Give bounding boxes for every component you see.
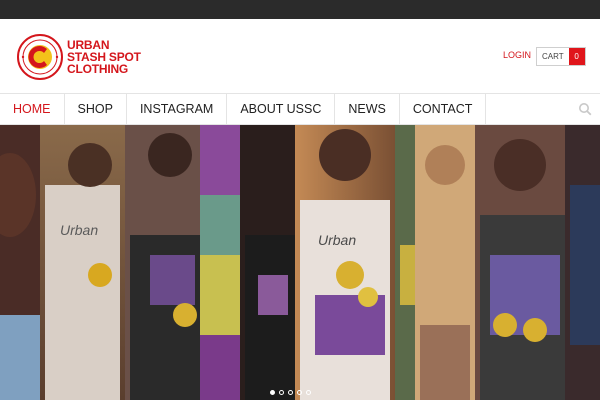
slider-dot[interactable] <box>270 390 275 395</box>
slider-dot[interactable] <box>288 390 293 395</box>
nav-item-instagram[interactable]: INSTAGRAM <box>127 94 228 124</box>
nav-item-news[interactable]: NEWS <box>335 94 400 124</box>
site-logo[interactable]: URBAN STASH SPOT CLOTHING <box>17 33 141 81</box>
cart-count-badge: 0 <box>568 48 585 65</box>
svg-text:Urban: Urban <box>318 232 356 248</box>
main-nav: HOME SHOP INSTAGRAM ABOUT USSC NEWS CONT… <box>0 93 600 125</box>
slider-dot[interactable] <box>306 390 311 395</box>
site-header: URBAN STASH SPOT CLOTHING LOGIN CART 0 <box>0 19 600 93</box>
login-link[interactable]: LOGIN <box>503 50 531 60</box>
search-icon[interactable] <box>578 102 592 116</box>
ussc-logo-badge-icon <box>17 34 63 80</box>
logo-wordmark: URBAN STASH SPOT CLOTHING <box>67 39 141 75</box>
nav-item-contact[interactable]: CONTACT <box>400 94 487 124</box>
hero-slider[interactable]: Urban Urban <box>0 125 600 400</box>
nav-item-shop[interactable]: SHOP <box>65 94 127 124</box>
cart-button[interactable]: CART 0 <box>536 47 586 66</box>
hero-image: Urban Urban <box>0 125 600 400</box>
nav-item-home[interactable]: HOME <box>0 94 65 124</box>
slider-dot[interactable] <box>279 390 284 395</box>
logo-line: CLOTHING <box>67 62 129 76</box>
cart-label: CART <box>537 48 569 65</box>
nav-item-about-ussc[interactable]: ABOUT USSC <box>227 94 336 124</box>
top-bar <box>0 0 600 19</box>
slider-dot[interactable] <box>297 390 302 395</box>
svg-text:Urban: Urban <box>60 222 98 238</box>
slider-pagination <box>270 390 311 395</box>
